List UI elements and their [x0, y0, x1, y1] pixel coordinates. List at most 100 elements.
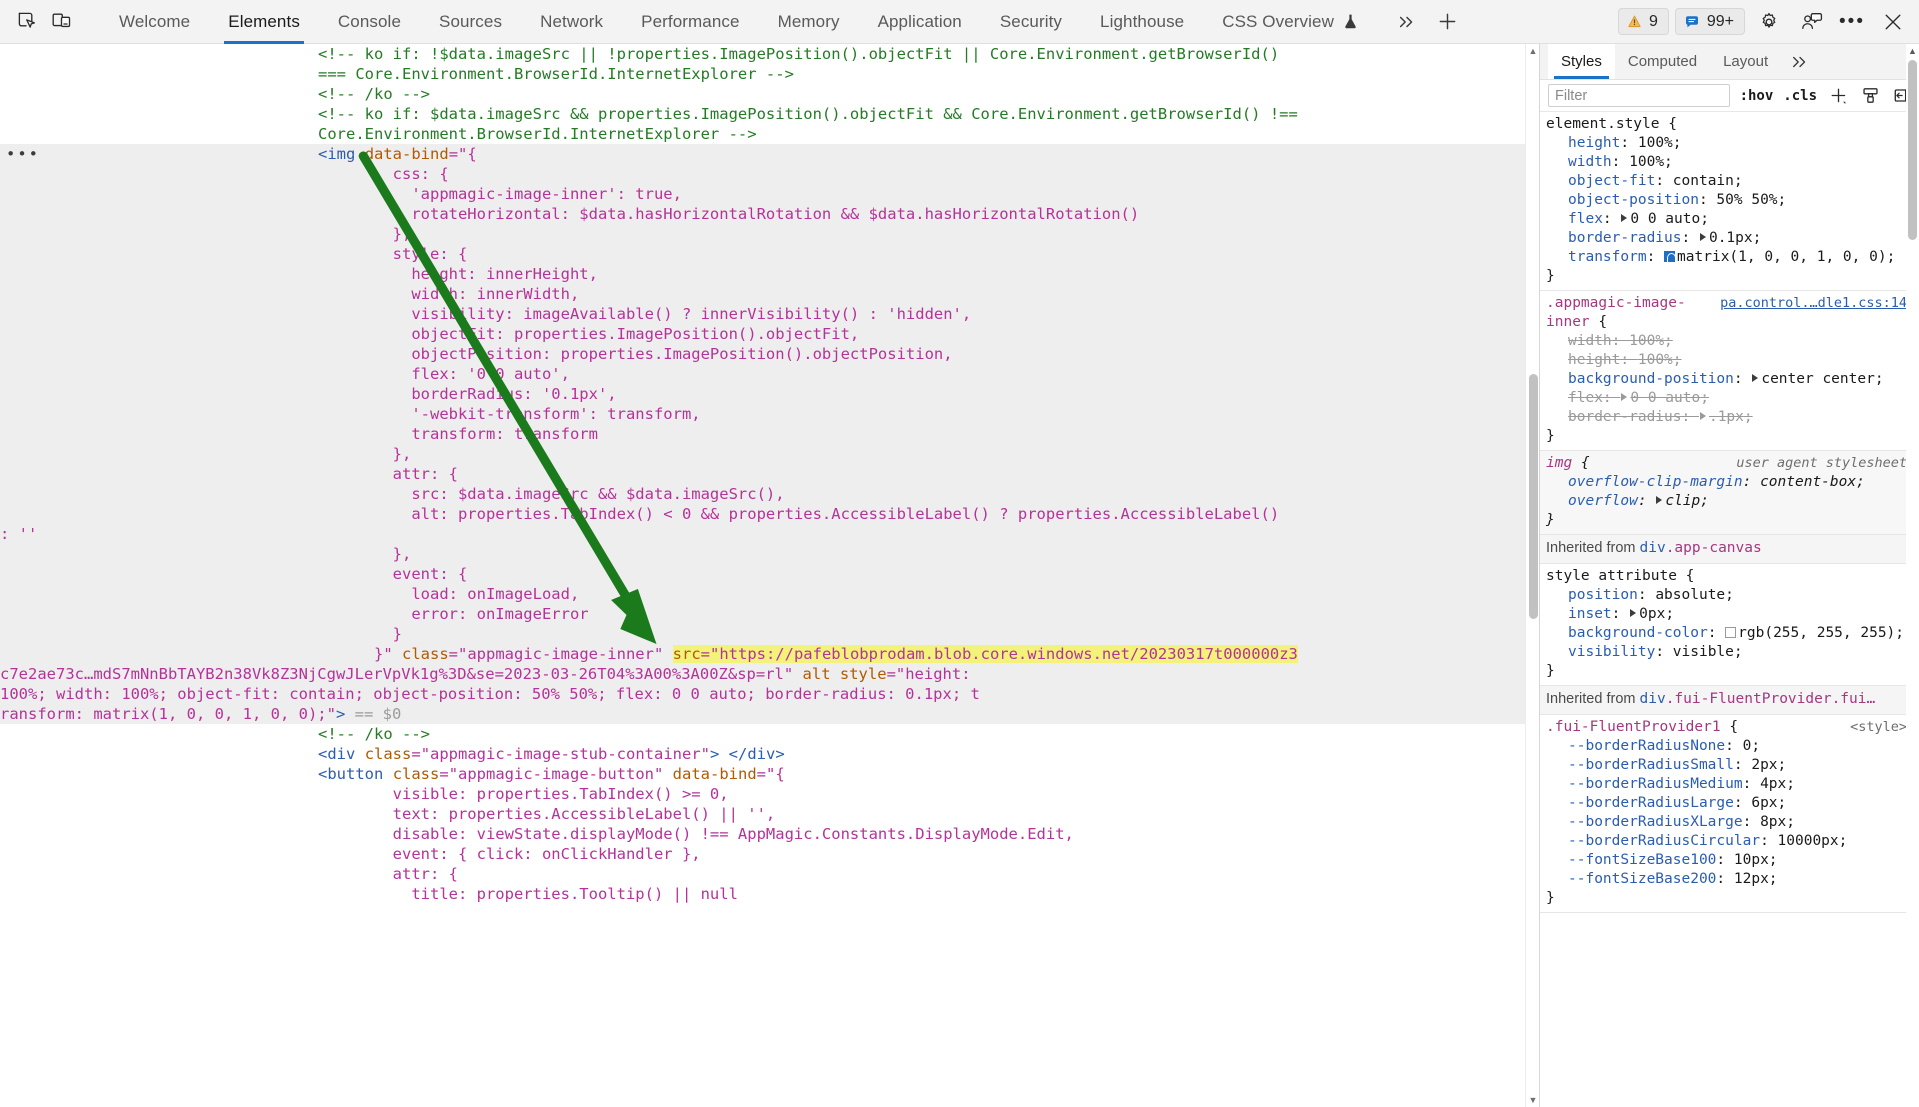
expand-triangle-icon[interactable]: [1752, 374, 1759, 382]
style-rule-selector[interactable]: element.style {: [1546, 115, 1907, 134]
css-declaration[interactable]: object-position: 50% 50%;: [1546, 191, 1907, 210]
dom-line[interactable]: text: properties.AccessibleLabel() || ''…: [0, 804, 1539, 824]
css-property-name[interactable]: background-position: [1568, 371, 1734, 387]
css-property-name[interactable]: flex: [1568, 211, 1603, 227]
expand-triangle-icon[interactable]: [1621, 393, 1628, 401]
css-property-name[interactable]: overflow-clip-margin: [1568, 474, 1743, 490]
dom-line[interactable]: transform: transform: [0, 424, 1539, 444]
css-property-name[interactable]: --borderRadiusSmall: [1568, 757, 1734, 773]
dom-line[interactable]: attr: {: [0, 464, 1539, 484]
dom-line[interactable]: <button class="appmagic-image-button" da…: [0, 764, 1539, 784]
css-declaration[interactable]: --borderRadiusLarge: 6px;: [1546, 794, 1907, 813]
styles-filter-input[interactable]: [1548, 84, 1730, 107]
dom-line[interactable]: },: [0, 544, 1539, 564]
dom-line[interactable]: objectFit: properties.ImagePosition().ob…: [0, 324, 1539, 344]
css-property-name[interactable]: --borderRadiusNone: [1568, 738, 1725, 754]
css-property-name[interactable]: --fontSizeBase100: [1568, 852, 1716, 868]
expand-triangle-icon[interactable]: [1656, 496, 1663, 504]
css-property-name[interactable]: --borderRadiusXLarge: [1568, 814, 1743, 830]
css-declaration[interactable]: background-color: rgb(255, 255, 255);: [1546, 624, 1907, 643]
css-property-value[interactable]: 100%: [1638, 352, 1673, 368]
color-swatch[interactable]: [1725, 627, 1737, 638]
style-rule[interactable]: .fui-FluentProvider1 {<style> --borderRad…: [1540, 715, 1919, 913]
css-declaration[interactable]: background-position: center center;: [1546, 370, 1907, 389]
inherited-selector[interactable]: div.app-canvas: [1640, 540, 1762, 556]
panel-tab-network[interactable]: Network: [521, 0, 622, 44]
css-property-name[interactable]: border-radius: [1568, 230, 1682, 246]
dom-line[interactable]: borderRadius: '0.1px',: [0, 384, 1539, 404]
css-property-value[interactable]: 10000px: [1778, 833, 1839, 849]
dom-line[interactable]: title: properties.Tooltip() || null: [0, 884, 1539, 904]
css-property-name[interactable]: background-color: [1568, 625, 1708, 641]
css-property-name[interactable]: width: [1568, 333, 1612, 349]
css-property-value[interactable]: content-box: [1760, 474, 1856, 490]
styles-scroll-up-icon[interactable]: ▲: [1906, 44, 1919, 57]
dom-line[interactable]: style: {: [0, 244, 1539, 264]
styles-tab-computed[interactable]: Computed: [1615, 44, 1710, 79]
expand-triangle-icon[interactable]: [1630, 609, 1637, 617]
css-declaration[interactable]: width: 100%;: [1546, 153, 1907, 172]
stylesheet-source-link[interactable]: pa.control.…dle1.css:14: [1720, 294, 1907, 313]
css-property-value[interactable]: 0px: [1639, 606, 1665, 622]
styles-rules-list[interactable]: element.style { height: 100%; width: 100%;…: [1540, 112, 1919, 1107]
expand-triangle-icon[interactable]: [1699, 233, 1706, 241]
messages-counter[interactable]: 99+: [1674, 8, 1745, 35]
dom-line[interactable]: visible: properties.TabIndex() >= 0,: [0, 784, 1539, 804]
style-rule[interactable]: element.style {height: 100%; width: 100%;…: [1540, 112, 1919, 291]
css-declaration[interactable]: flex: 0 0 auto;: [1546, 389, 1907, 408]
css-declaration[interactable]: --borderRadiusSmall: 2px;: [1546, 756, 1907, 775]
dom-line[interactable]: rotateHorizontal: $data.hasHorizontalRot…: [0, 204, 1539, 224]
css-property-value[interactable]: 50% 50%: [1716, 192, 1777, 208]
new-style-rule-icon[interactable]: [1827, 85, 1849, 107]
dom-line[interactable]: <!-- /ko -->: [0, 84, 1539, 104]
more-dots-icon[interactable]: •••: [1835, 6, 1869, 38]
css-property-value[interactable]: 10px: [1734, 852, 1769, 868]
styles-tab-styles[interactable]: Styles: [1548, 44, 1615, 79]
css-property-name[interactable]: inset: [1568, 606, 1612, 622]
style-rule-selector[interactable]: .fui-FluentProvider1 {: [1546, 718, 1844, 737]
dom-tree-pane[interactable]: <!-- ko if: !$data.imageSrc || !properti…: [0, 44, 1539, 1107]
css-declaration[interactable]: border-radius: .1px;: [1546, 408, 1907, 427]
style-rule[interactable]: .appmagic-image-inner {pa.control.…dle1.…: [1540, 291, 1919, 451]
css-property-value[interactable]: contain: [1673, 173, 1734, 189]
css-declaration[interactable]: height: 100%;: [1546, 351, 1907, 370]
close-icon[interactable]: [1875, 6, 1911, 38]
dom-line[interactable]: alt: properties.TabIndex() < 0 && proper…: [0, 504, 1539, 524]
dom-line[interactable]: Core.Environment.BrowserId.InternetExplo…: [0, 124, 1539, 144]
dom-line[interactable]: load: onImageLoad,: [0, 584, 1539, 604]
css-property-name[interactable]: --borderRadiusCircular: [1568, 833, 1760, 849]
css-declaration[interactable]: flex: 0 0 auto;: [1546, 210, 1907, 229]
panel-tab-console[interactable]: Console: [319, 0, 420, 44]
css-property-value[interactable]: rgb(255, 255, 255): [1738, 625, 1895, 641]
styles-more-tabs-icon[interactable]: [1781, 44, 1819, 79]
css-property-value[interactable]: 8px: [1760, 814, 1786, 830]
dom-tree-scrollbar[interactable]: ▲ ▼: [1525, 44, 1539, 1107]
dom-line[interactable]: flex: '0 0 auto',: [0, 364, 1539, 384]
dom-line[interactable]: 'appmagic-image-inner': true,: [0, 184, 1539, 204]
dom-tree-code[interactable]: <!-- ko if: !$data.imageSrc || !properti…: [0, 44, 1539, 904]
dom-line[interactable]: }" class="appmagic-image-inner" src="htt…: [0, 644, 1539, 664]
scroll-down-icon[interactable]: ▼: [1526, 1093, 1539, 1107]
css-property-value[interactable]: 0.1px: [1709, 230, 1753, 246]
dom-line[interactable]: event: {: [0, 564, 1539, 584]
dom-line[interactable]: attr: {: [0, 864, 1539, 884]
panel-tab-elements[interactable]: Elements: [209, 0, 319, 44]
dom-line[interactable]: }: [0, 624, 1539, 644]
style-rule[interactable]: style attribute {position: absolute; inse…: [1540, 564, 1919, 686]
dom-line[interactable]: <!-- ko if: !$data.imageSrc || !properti…: [0, 44, 1539, 64]
panel-tab-lighthouse[interactable]: Lighthouse: [1081, 0, 1203, 44]
css-property-name[interactable]: height: [1568, 352, 1620, 368]
dom-line[interactable]: === Core.Environment.BrowserId.InternetE…: [0, 64, 1539, 84]
transform-swatch-icon[interactable]: [1664, 251, 1677, 263]
css-property-name[interactable]: --fontSizeBase200: [1568, 871, 1716, 887]
style-rule-selector[interactable]: style attribute {: [1546, 567, 1907, 586]
css-property-name[interactable]: --borderRadiusMedium: [1568, 776, 1743, 792]
css-declaration[interactable]: --borderRadiusXLarge: 8px;: [1546, 813, 1907, 832]
panel-tab-security[interactable]: Security: [981, 0, 1081, 44]
css-property-name[interactable]: object-position: [1568, 192, 1699, 208]
css-property-name[interactable]: flex: [1568, 390, 1603, 406]
dom-line[interactable]: },: [0, 444, 1539, 464]
css-declaration[interactable]: --fontSizeBase100: 10px;: [1546, 851, 1907, 870]
expand-triangle-icon[interactable]: [1621, 214, 1628, 222]
css-property-value[interactable]: 0 0 auto: [1630, 390, 1700, 406]
